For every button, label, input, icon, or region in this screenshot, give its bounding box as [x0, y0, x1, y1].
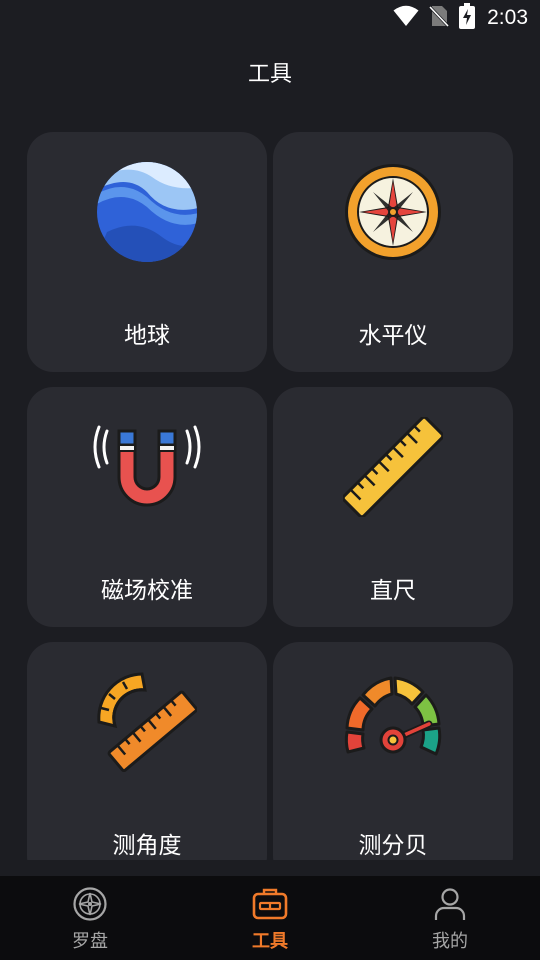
compass-outline-icon [72, 886, 108, 922]
bottom-nav: 罗盘 工具 我的 [0, 876, 540, 960]
tool-label: 地球 [124, 323, 170, 349]
tool-label: 直尺 [370, 578, 416, 604]
tool-label: 磁场校准 [101, 578, 193, 604]
wifi-icon [393, 5, 419, 31]
tool-card-compass[interactable]: 水平仪 [273, 132, 513, 372]
protractor-icon [97, 672, 198, 773]
compass-icon [343, 162, 443, 262]
ruler-icon [341, 415, 445, 519]
nav-label: 我的 [432, 931, 468, 952]
status-icons: 2:03 [393, 3, 528, 33]
gauge-icon [343, 672, 443, 772]
toolbox-icon [252, 886, 288, 922]
nav-item-profile[interactable]: 我的 [360, 876, 540, 960]
tool-label: 测分贝 [358, 833, 428, 859]
status-time: 2:03 [487, 6, 528, 29]
tools-grid[interactable]: 地球 水平仪 磁场校准 直尺 测角度 测分贝 [0, 122, 540, 860]
tool-card-gauge[interactable]: 测分贝 [273, 642, 513, 860]
tool-card-ruler[interactable]: 直尺 [273, 387, 513, 627]
tool-label: 水平仪 [358, 323, 428, 349]
status-bar: 2:03 [0, 0, 540, 36]
tool-card-protractor[interactable]: 测角度 [27, 642, 267, 860]
tool-card-magnet[interactable]: 磁场校准 [27, 387, 267, 627]
nav-label: 罗盘 [72, 931, 108, 952]
battery-charging-icon [459, 3, 476, 33]
nav-item-compass[interactable]: 罗盘 [0, 876, 180, 960]
nav-item-tools[interactable]: 工具 [180, 876, 360, 960]
tool-label: 测角度 [112, 833, 182, 859]
nav-label: 工具 [252, 931, 288, 952]
no-sim-icon [429, 4, 450, 32]
globe-icon [97, 162, 197, 262]
page-title: 工具 [247, 62, 292, 87]
user-icon [432, 886, 468, 922]
tool-card-globe[interactable]: 地球 [27, 132, 267, 372]
magnet-icon [93, 417, 201, 517]
